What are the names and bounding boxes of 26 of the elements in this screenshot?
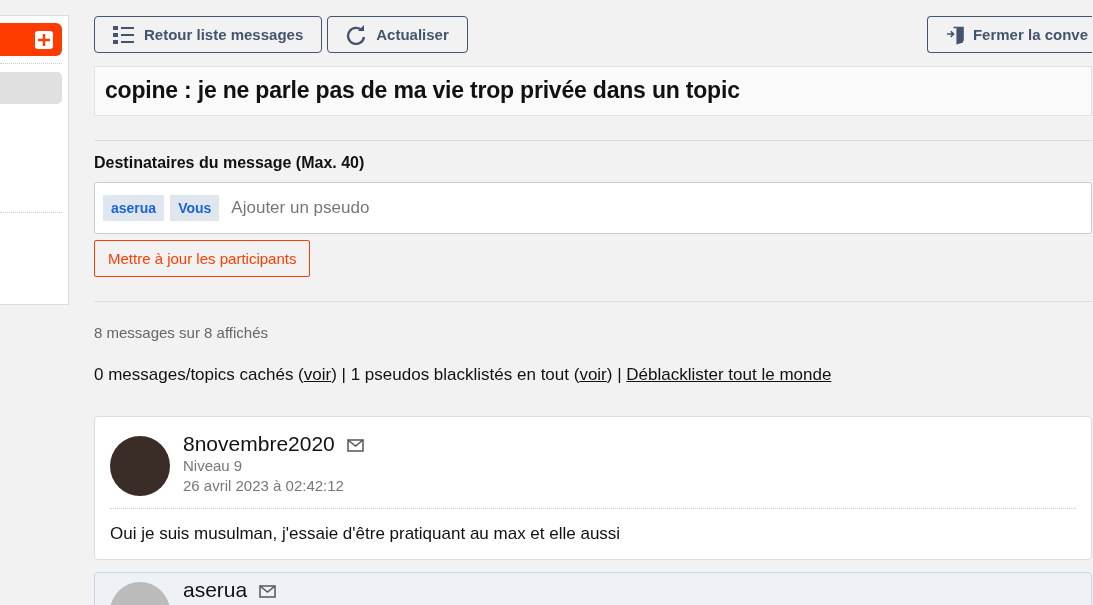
photo-placeholder — [110, 436, 170, 496]
message-count: 8 messages sur 8 affichés — [94, 324, 269, 341]
recipients-field[interactable]: aserua Vous Ajouter un pseudo — [94, 182, 1092, 234]
refresh-button[interactable]: Actualiser — [327, 16, 468, 53]
list-icon — [113, 25, 134, 44]
plus-icon — [35, 30, 53, 49]
author-name[interactable]: aserua — [183, 578, 248, 602]
recipients-label: Destinataires du message (Max. 40) — [94, 154, 366, 172]
close-conversation-button[interactable]: Fermer la conve — [927, 16, 1092, 53]
recipient-tag[interactable]: aserua — [103, 195, 165, 221]
new-message-button[interactable] — [0, 23, 62, 56]
conversation-title: copine : je ne parle pas de ma vie trop privée dans un topic — [94, 66, 1092, 116]
message-text: Oui je suis musulman, j'essaie d'être pratiquant au max et elle aussi — [110, 524, 622, 544]
refresh-icon — [346, 24, 367, 45]
recipient-tag[interactable]: Vous — [170, 195, 220, 221]
text-link[interactable]: Déblacklister tout le monde — [626, 365, 832, 384]
text-link[interactable]: voir — [303, 365, 332, 384]
message-date: 26 avril 2023 à 02:42:12 — [183, 476, 345, 496]
user-level: Niveau 9 — [183, 456, 244, 476]
back-to-list-button[interactable]: Retour liste messages — [94, 16, 323, 53]
mail-icon[interactable] — [259, 585, 277, 598]
author-name[interactable]: 8novembre2020 — [183, 432, 335, 456]
text-link[interactable]: voir — [579, 365, 607, 384]
door-exit-icon — [946, 24, 965, 45]
hidden-messages-info: 0 messages/topics cachés (voir) | 1 pseudos blacklistés en tout (voir) | Déblacklister tout le monde — [94, 365, 833, 385]
mail-icon[interactable] — [346, 439, 364, 452]
